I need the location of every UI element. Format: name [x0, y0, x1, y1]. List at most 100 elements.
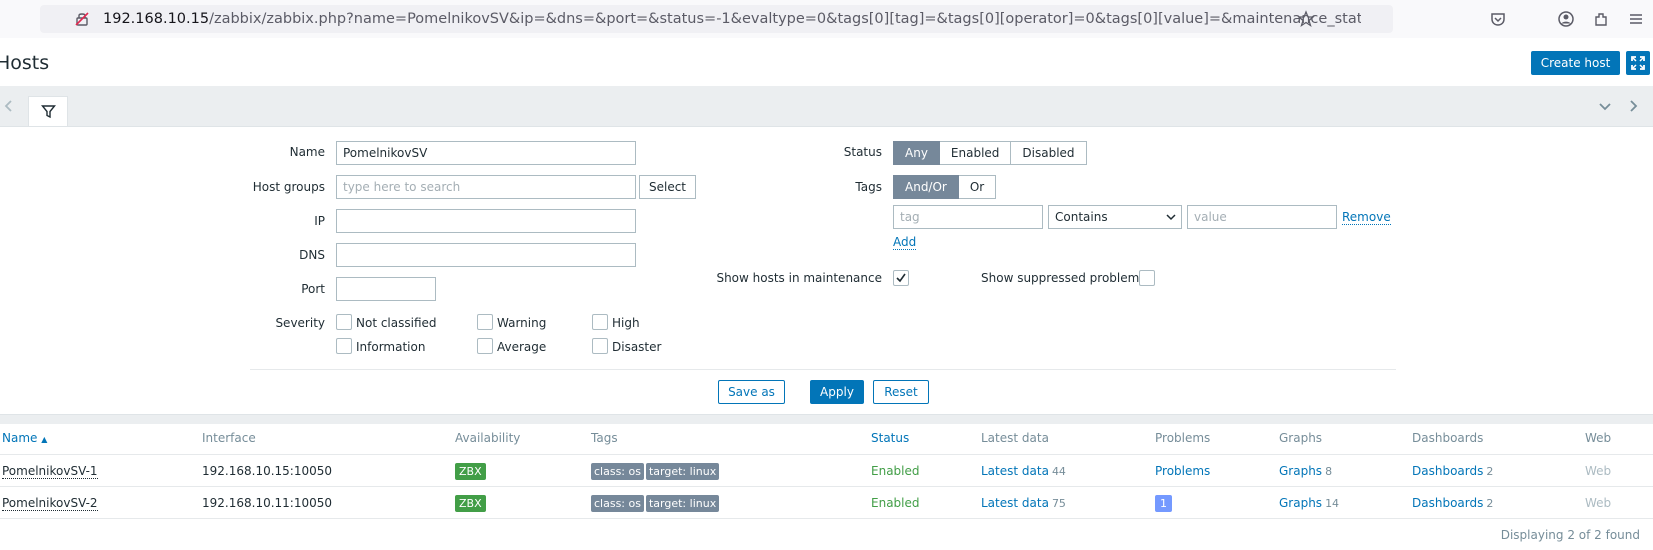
- show-suppressed-checkbox[interactable]: [1139, 270, 1155, 286]
- status-enabled-option[interactable]: Enabled: [939, 141, 1012, 165]
- status-disabled-option[interactable]: Disabled: [1011, 141, 1087, 165]
- tags-andor-option[interactable]: And/Or: [893, 175, 959, 199]
- tag-badge[interactable]: class: os: [591, 495, 644, 512]
- tag-value-input[interactable]: [1187, 205, 1337, 229]
- show-maintenance-checkbox[interactable]: [893, 270, 909, 286]
- column-header-name-label: Name: [2, 431, 38, 445]
- menu-icon[interactable]: [1627, 10, 1645, 28]
- checkmark-icon: [896, 273, 906, 283]
- latest-data-count: 75: [1051, 497, 1066, 510]
- latest-data-cell: Latest data 44: [981, 455, 1066, 487]
- tags-evaltype-control[interactable]: And/Or Or: [893, 175, 997, 199]
- tag-badge[interactable]: class: os: [591, 463, 644, 480]
- dashboards-cell: Dashboards 2: [1412, 455, 1493, 487]
- name-input[interactable]: [336, 141, 636, 165]
- tags-cell: class: os target: linux: [591, 455, 721, 487]
- severity-disaster-checkbox[interactable]: [592, 338, 608, 354]
- severity-information-checkbox[interactable]: [336, 338, 352, 354]
- chevron-left-icon[interactable]: [2, 98, 16, 114]
- table-row: PomelnikovSV-1 192.168.10.15:10050 ZBX c…: [0, 454, 1653, 486]
- graphs-cell: Graphs 8: [1279, 455, 1332, 487]
- interface-cell: 192.168.10.11:10050: [202, 496, 333, 510]
- column-header-name[interactable]: Name ▲: [2, 424, 47, 452]
- chevron-down-icon: [1166, 214, 1176, 221]
- tag-badge[interactable]: target: linux: [645, 495, 720, 512]
- show-maintenance-label: Show hosts in maintenance: [716, 271, 882, 285]
- tag-remove-link[interactable]: Remove: [1342, 210, 1391, 225]
- graphs-link[interactable]: Graphs: [1279, 464, 1322, 478]
- column-header-status[interactable]: Status: [871, 424, 909, 452]
- dashboards-link[interactable]: Dashboards: [1412, 464, 1483, 478]
- latest-data-link[interactable]: Latest data: [981, 496, 1049, 510]
- latest-data-link[interactable]: Latest data: [981, 464, 1049, 478]
- bookmark-star-icon[interactable]: [1297, 10, 1315, 28]
- create-host-button[interactable]: Create host: [1531, 51, 1620, 75]
- dns-label: DNS: [299, 248, 325, 262]
- host-groups-input[interactable]: [336, 175, 636, 199]
- status-cell[interactable]: Enabled: [871, 455, 920, 487]
- problems-count-badge[interactable]: 1: [1155, 495, 1172, 512]
- interface-cell: 192.168.10.15:10050: [202, 464, 333, 478]
- severity-disaster-label: Disaster: [612, 340, 662, 354]
- apply-button[interactable]: Apply: [810, 380, 864, 404]
- availability-cell: ZBX: [455, 487, 486, 519]
- ip-input[interactable]: [336, 209, 636, 233]
- browser-toolbar: 192.168.10.15/zabbix/zabbix.php?name=Pom…: [0, 0, 1653, 38]
- severity-high-label: High: [612, 316, 640, 330]
- severity-warning-label: Warning: [497, 316, 547, 330]
- host-name-link[interactable]: PomelnikovSV-2: [2, 496, 98, 511]
- status-cell[interactable]: Enabled: [871, 487, 920, 519]
- filter-icon: [41, 105, 56, 119]
- url-text[interactable]: 192.168.10.15/zabbix/zabbix.php?name=Pom…: [103, 11, 1361, 27]
- host-name-cell: PomelnikovSV-2: [2, 487, 98, 519]
- tag-operator-value: Contains: [1055, 210, 1108, 224]
- url-bar[interactable]: 192.168.10.15/zabbix/zabbix.php?name=Pom…: [40, 5, 1393, 33]
- tag-add-link[interactable]: Add: [893, 235, 917, 250]
- name-label: Name: [289, 145, 325, 159]
- status-segmented-control[interactable]: Any Enabled Disabled: [893, 141, 1087, 165]
- severity-not-classified-checkbox[interactable]: [336, 314, 352, 330]
- column-header-latest-data: Latest data: [981, 431, 1049, 445]
- tag-name-input[interactable]: [893, 205, 1043, 229]
- tags-label: Tags: [855, 180, 882, 194]
- tags-or-option[interactable]: Or: [958, 175, 997, 199]
- dashboards-count: 2: [1486, 497, 1494, 510]
- tag-operator-select[interactable]: Contains: [1048, 205, 1182, 229]
- filter-divider: [250, 369, 1396, 370]
- problems-link[interactable]: Problems: [1155, 464, 1210, 478]
- status-any-option[interactable]: Any: [893, 141, 940, 165]
- host-name-cell: PomelnikovSV-1: [2, 455, 98, 487]
- dashboards-link[interactable]: Dashboards: [1412, 496, 1483, 510]
- severity-warning-checkbox[interactable]: [477, 314, 493, 330]
- tags-cell: class: os target: linux: [591, 487, 721, 519]
- severity-high-checkbox[interactable]: [592, 314, 608, 330]
- host-name-link[interactable]: PomelnikovSV-1: [2, 464, 98, 479]
- zbx-availability-badge[interactable]: ZBX: [455, 495, 486, 512]
- fullscreen-button[interactable]: [1626, 51, 1650, 75]
- severity-average-checkbox[interactable]: [477, 338, 493, 354]
- insecure-lock-icon[interactable]: [73, 10, 91, 28]
- save-as-button[interactable]: Save as: [718, 380, 785, 404]
- port-input[interactable]: [336, 277, 436, 301]
- dns-input[interactable]: [336, 243, 636, 267]
- web-cell: Web: [1585, 464, 1612, 478]
- pocket-icon[interactable]: [1489, 10, 1507, 28]
- reset-button[interactable]: Reset: [873, 380, 929, 404]
- graphs-link[interactable]: Graphs: [1279, 496, 1322, 510]
- collapse-chevron-down-icon[interactable]: [1597, 98, 1613, 114]
- tab-filter[interactable]: [28, 96, 68, 127]
- extensions-icon[interactable]: [1592, 10, 1610, 28]
- column-header-tags: Tags: [591, 431, 618, 445]
- host-groups-select-button[interactable]: Select: [639, 175, 696, 199]
- column-header-web: Web: [1585, 431, 1612, 445]
- dashboards-count: 2: [1486, 465, 1494, 478]
- web-cell: Web: [1585, 496, 1612, 510]
- tag-badge[interactable]: target: linux: [645, 463, 720, 480]
- chevron-right-icon[interactable]: [1626, 98, 1640, 114]
- ip-label: IP: [314, 214, 325, 228]
- severity-information-label: Information: [356, 340, 426, 354]
- severity-label: Severity: [275, 316, 325, 330]
- zbx-availability-badge[interactable]: ZBX: [455, 463, 486, 480]
- fullscreen-icon: [1631, 56, 1645, 70]
- account-icon[interactable]: [1557, 10, 1575, 28]
